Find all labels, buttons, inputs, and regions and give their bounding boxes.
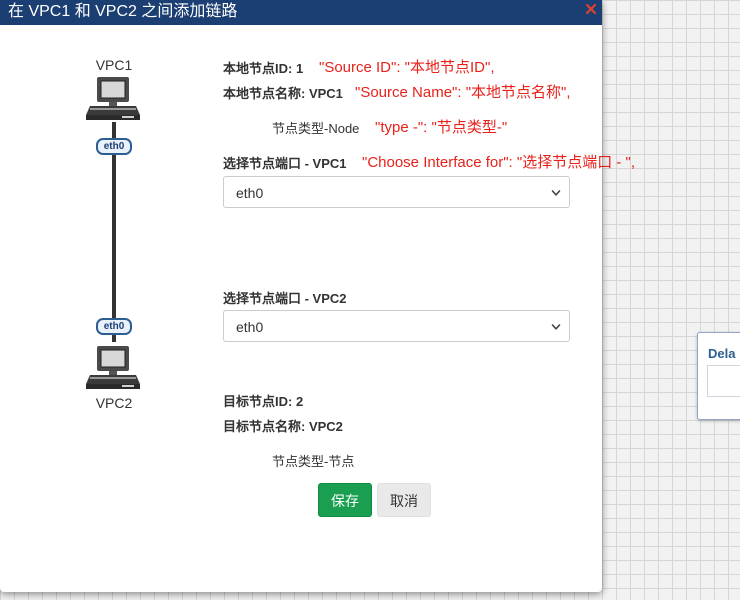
cancel-button[interactable]: 取消 xyxy=(377,483,431,517)
source-choose-label: 选择节点端口 - VPC1 xyxy=(223,156,347,171)
target-node-label: VPC2 xyxy=(95,395,133,411)
source-type-text: 节点类型-Node xyxy=(272,121,360,136)
save-button[interactable]: 保存 xyxy=(318,483,372,517)
target-type-text: 节点类型-节点 xyxy=(272,454,355,469)
source-interface-value: eth0 xyxy=(236,185,264,201)
chevron-down-icon xyxy=(551,190,561,196)
source-computer-icon xyxy=(86,75,142,123)
close-icon[interactable] xyxy=(584,2,598,16)
annotation-source-id: "Source ID": "本地节点ID", xyxy=(319,59,495,76)
target-interface-badge: eth0 xyxy=(96,318,132,335)
add-link-dialog: 在 VPC1 和 VPC2 之间添加链路 VPC1 eth0 eth0 VPC2… xyxy=(0,0,635,592)
source-id-text: 本地节点ID: 1 xyxy=(223,61,304,76)
dialog-titlebar: 在 VPC1 和 VPC2 之间添加链路 xyxy=(0,0,602,25)
annotation-choose-interface: "Choose Interface for": "选择节点端口 - ", xyxy=(362,154,636,171)
background-panel: Dela xyxy=(697,332,740,420)
annotation-type: "type -": "节点类型-" xyxy=(375,119,508,136)
dialog-title: 在 VPC1 和 VPC2 之间添加链路 xyxy=(8,3,238,20)
chevron-down-icon xyxy=(551,324,561,330)
target-name-text: 目标节点名称: VPC2 xyxy=(223,419,343,434)
source-name-text: 本地节点名称: VPC1 xyxy=(223,86,343,101)
source-node-label: VPC1 xyxy=(95,57,133,73)
target-interface-select[interactable]: eth0 xyxy=(223,310,570,342)
source-interface-badge: eth0 xyxy=(96,138,132,155)
link-line xyxy=(112,122,116,342)
target-interface-value: eth0 xyxy=(236,319,264,335)
background-panel-box xyxy=(707,365,740,397)
target-computer-icon xyxy=(86,344,142,392)
background-panel-title: Dela xyxy=(708,346,736,361)
source-interface-select[interactable]: eth0 xyxy=(223,176,570,208)
target-choose-label: 选择节点端口 - VPC2 xyxy=(223,291,347,306)
annotation-source-name: "Source Name": "本地节点名称", xyxy=(355,84,571,101)
target-id-text: 目标节点ID: 2 xyxy=(223,394,304,409)
